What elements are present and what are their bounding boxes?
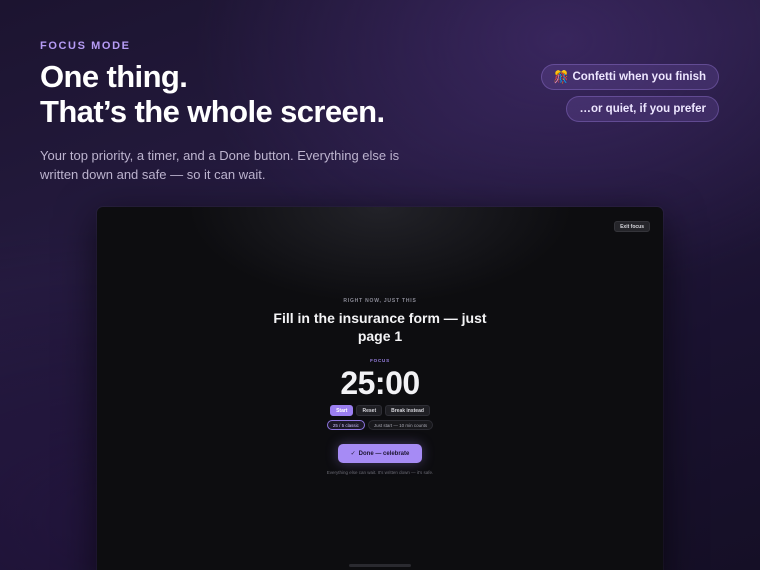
eyebrow-label: FOCUS MODE bbox=[40, 40, 131, 52]
confetti-icon: 🎊 bbox=[553, 70, 569, 84]
timer-display: 25:00 bbox=[340, 365, 420, 401]
reset-button[interactable]: Reset bbox=[356, 405, 383, 416]
timer-controls: Start Reset Break instead bbox=[97, 405, 663, 416]
headline-line-1: One thing. bbox=[40, 59, 188, 94]
scroll-handle bbox=[349, 564, 411, 567]
timer-presets: 25 / 5 classic Just start — 10 min count… bbox=[97, 420, 663, 430]
check-icon: ✓ bbox=[350, 451, 356, 457]
quiet-badge: …or quiet, if you prefer bbox=[566, 96, 719, 122]
confetti-badge: 🎊 Confetti when you finish bbox=[540, 64, 719, 90]
preset-classic-chip[interactable]: 25 / 5 classic bbox=[326, 420, 365, 430]
done-celebrate-button[interactable]: ✓ Done — celebrate bbox=[338, 444, 422, 463]
timer-label: FOCUS bbox=[370, 358, 390, 363]
done-button-label: Done — celebrate bbox=[358, 450, 410, 457]
quiet-badge-label: …or quiet, if you prefer bbox=[579, 103, 706, 115]
reassurance-note: Everything else can wait. It's written d… bbox=[326, 470, 434, 475]
break-button[interactable]: Break instead bbox=[385, 405, 430, 416]
context-label: RIGHT NOW, JUST THIS bbox=[343, 298, 417, 304]
exit-focus-button[interactable]: Exit focus bbox=[614, 221, 650, 232]
headline-line-2: That’s the whole screen. bbox=[40, 94, 385, 129]
focus-screen-preview: Exit focus RIGHT NOW, JUST THIS Fill in … bbox=[97, 207, 663, 570]
page-subtitle: Your top priority, a timer, and a Done b… bbox=[40, 148, 400, 182]
confetti-badge-label: Confetti when you finish bbox=[572, 71, 706, 83]
start-button[interactable]: Start bbox=[330, 405, 354, 416]
task-title: Fill in the insurance form — just page 1 bbox=[273, 310, 487, 344]
preset-just-start-chip[interactable]: Just start — 10 min counts bbox=[367, 420, 434, 430]
page-title: One thing. That’s the whole screen. bbox=[40, 59, 385, 129]
